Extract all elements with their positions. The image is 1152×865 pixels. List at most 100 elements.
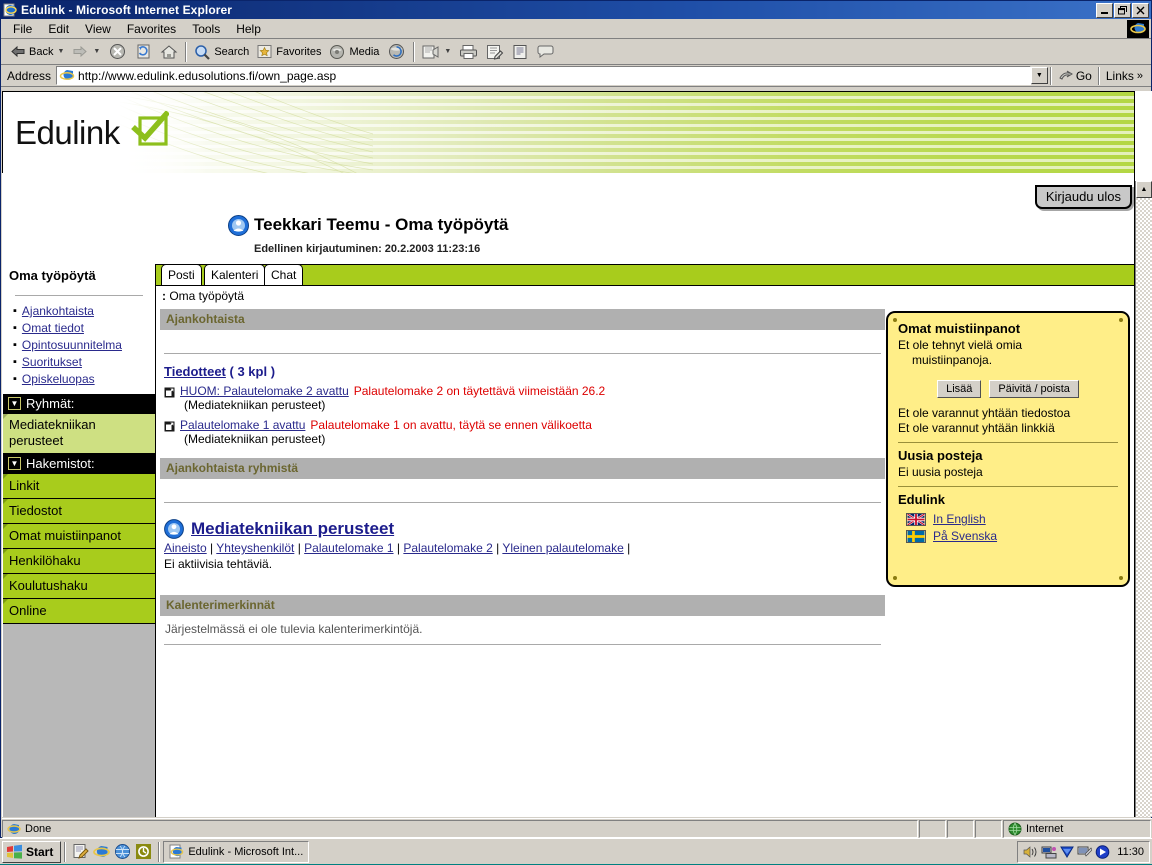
search-button[interactable]: Search	[190, 42, 253, 62]
sidebar-item-tiedostot[interactable]: Tiedostot	[3, 499, 155, 524]
chevron-down-icon[interactable]: ▼	[8, 457, 21, 470]
sidebar-item-label: Opiskeluopas	[21, 372, 95, 386]
sidebar-item-label: Opintosuunnitelma	[21, 338, 122, 352]
discuss-icon[interactable]	[508, 42, 533, 62]
address-dropdown-button[interactable]: ▼	[1030, 67, 1048, 84]
address-label: Address	[7, 68, 52, 83]
new-mail-empty-text: Ei uusia posteja	[898, 465, 983, 479]
group-title-link[interactable]: Mediatekniikan perusteet	[191, 519, 394, 539]
stop-icon[interactable]	[104, 41, 131, 62]
external-link-icon[interactable]	[164, 421, 175, 432]
sidebar-item-omat-tiedot[interactable]: ▪ Omat tiedot	[3, 320, 155, 337]
sidebar-item-koulutushaku[interactable]: Koulutushaku	[3, 574, 155, 599]
sidebar-item-suoritukset[interactable]: ▪ Suoritukset	[3, 354, 155, 371]
sidebar-item-ajankohtaista[interactable]: ▪ Ajankohtaista	[3, 303, 155, 320]
favorites-button[interactable]: Favorites	[253, 42, 325, 61]
volume-icon[interactable]	[1023, 845, 1038, 859]
add-note-button[interactable]: Lisää	[937, 380, 982, 398]
display-icon[interactable]	[1077, 845, 1093, 859]
back-button[interactable]: Back ▼	[5, 42, 68, 61]
tab-posti[interactable]: Posti	[161, 264, 202, 285]
announcement-row: HUOM: Palautelomake 2 avattu Palauteloma…	[160, 382, 885, 398]
sidebar-item-online[interactable]: Online	[3, 599, 155, 624]
edit-icon[interactable]	[482, 42, 508, 62]
go-button[interactable]: Go	[1052, 69, 1098, 83]
divider	[898, 442, 1118, 443]
mail-icon[interactable]: ▼	[418, 42, 455, 62]
taskbar-window-button[interactable]: Edulink - Microsoft Int...	[163, 840, 310, 863]
refresh-icon[interactable]	[131, 41, 156, 62]
scroll-up-button[interactable]: ▲	[1136, 181, 1152, 198]
home-icon[interactable]	[156, 42, 182, 62]
forward-button[interactable]: ▼	[68, 42, 104, 61]
chevron-down-icon[interactable]: ▼	[8, 397, 21, 410]
sidebar-item-henkilohaku[interactable]: Henkilöhaku	[3, 549, 155, 574]
sidebar-item-omat-muistiinpanot[interactable]: Omat muistiinpanot	[3, 524, 155, 549]
bulletins-link[interactable]: Tiedotteet	[164, 364, 226, 379]
language-link-english[interactable]: In English	[933, 512, 986, 526]
group-link-palautelomake-1[interactable]: Palautelomake 1	[304, 541, 393, 555]
group-link-yleinen-palautelomake[interactable]: Yleinen palautelomake	[502, 541, 623, 555]
group-heading-row[interactable]: Mediatekniikan perusteet	[160, 503, 885, 539]
page-scrollbar-vertical[interactable]: ▲ ▼	[1135, 181, 1152, 817]
section-body-group-news: Mediatekniikan perusteet Aineisto | Yhte…	[160, 502, 885, 571]
external-link-icon[interactable]	[164, 387, 175, 398]
bulletins-heading: Tiedotteet ( 3 kpl )	[160, 354, 885, 382]
network-icon[interactable]	[1041, 845, 1057, 859]
print-icon[interactable]	[455, 42, 482, 62]
mail-dropdown-icon[interactable]: ▼	[444, 48, 451, 55]
language-header: Edulink	[898, 492, 945, 507]
menu-item-edit[interactable]: Edit	[40, 20, 77, 38]
logout-button[interactable]: Kirjaudu ulos	[1034, 185, 1132, 209]
links-button[interactable]: Links »	[1100, 69, 1149, 83]
menu-item-favorites[interactable]: Favorites	[119, 20, 184, 38]
globe-icon	[1008, 822, 1022, 836]
pin-icon	[893, 318, 897, 322]
sidebar-item-linkit[interactable]: Linkit	[3, 474, 155, 499]
update-delete-note-button[interactable]: Päivitä / poista	[989, 380, 1079, 398]
sidebar-section-groups[interactable]: ▼ Ryhmät:	[3, 394, 155, 414]
sidebar-divider	[15, 295, 143, 296]
announcement-link[interactable]: HUOM: Palautelomake 2 avattu	[180, 384, 349, 398]
no-reserved-files-text: Et ole varannut yhtään tiedostoa	[898, 406, 1071, 420]
tab-chat[interactable]: Chat	[264, 264, 304, 285]
messenger-icon[interactable]	[1095, 844, 1110, 859]
media-button[interactable]: Media	[325, 42, 383, 62]
menu-item-file[interactable]: File	[5, 20, 40, 38]
menu-item-help[interactable]: Help	[228, 20, 269, 38]
group-link-yhteyshenkilot[interactable]: Yhteyshenkilöt	[216, 541, 294, 555]
green-checkmark-icon	[131, 111, 169, 146]
messenger-icon[interactable]	[533, 42, 559, 61]
minimize-button[interactable]	[1096, 2, 1113, 18]
language-row-swedish[interactable]: På Svenska	[898, 526, 1118, 543]
sidebar-item-opiskeluopas[interactable]: ▪ Opiskeluopas	[3, 371, 155, 388]
scrollbar-track[interactable]	[1136, 198, 1152, 817]
start-button[interactable]: Start	[2, 840, 62, 863]
start-label: Start	[26, 844, 54, 859]
winamp-icon[interactable]	[1060, 845, 1075, 859]
outlook-icon[interactable]	[72, 843, 90, 860]
menu-item-view[interactable]: View	[77, 20, 119, 38]
history-icon[interactable]	[383, 41, 410, 62]
restore-button[interactable]	[1114, 2, 1131, 18]
language-link-swedish[interactable]: På Svenska	[933, 529, 997, 543]
address-url: http://www.edulink.edusolutions.fi/own_p…	[78, 68, 337, 83]
group-link-palautelomake-2[interactable]: Palautelomake 2	[403, 541, 492, 555]
address-input[interactable]: http://www.edulink.edusolutions.fi/own_p…	[56, 66, 1031, 85]
sidebar-section-directories[interactable]: ▼ Hakemistot:	[3, 454, 155, 474]
group-link-aineisto[interactable]: Aineisto	[164, 541, 207, 555]
sidebar-group-mediatekniikan-perusteet[interactable]: Mediatekniikan perusteet	[3, 414, 155, 454]
back-dropdown-icon[interactable]: ▼	[57, 48, 64, 55]
menu-item-tools[interactable]: Tools	[184, 20, 228, 38]
announcement-description: Palautelomake 1 on avattu, täytä se enne…	[310, 418, 592, 432]
sidebar-item-opintosuunnitelma[interactable]: ▪ Opintosuunnitelma	[3, 337, 155, 354]
msn-icon[interactable]	[114, 843, 131, 860]
ie-icon[interactable]	[93, 843, 111, 860]
sidebar-section-label: Ryhmät:	[26, 396, 75, 411]
tab-kalenteri[interactable]: Kalenteri	[204, 264, 266, 285]
forward-dropdown-icon[interactable]: ▼	[93, 48, 100, 55]
webshots-icon[interactable]	[135, 843, 152, 860]
close-button[interactable]	[1132, 2, 1149, 18]
language-row-english[interactable]: In English	[898, 509, 1118, 526]
announcement-link[interactable]: Palautelomake 1 avattu	[180, 418, 305, 432]
